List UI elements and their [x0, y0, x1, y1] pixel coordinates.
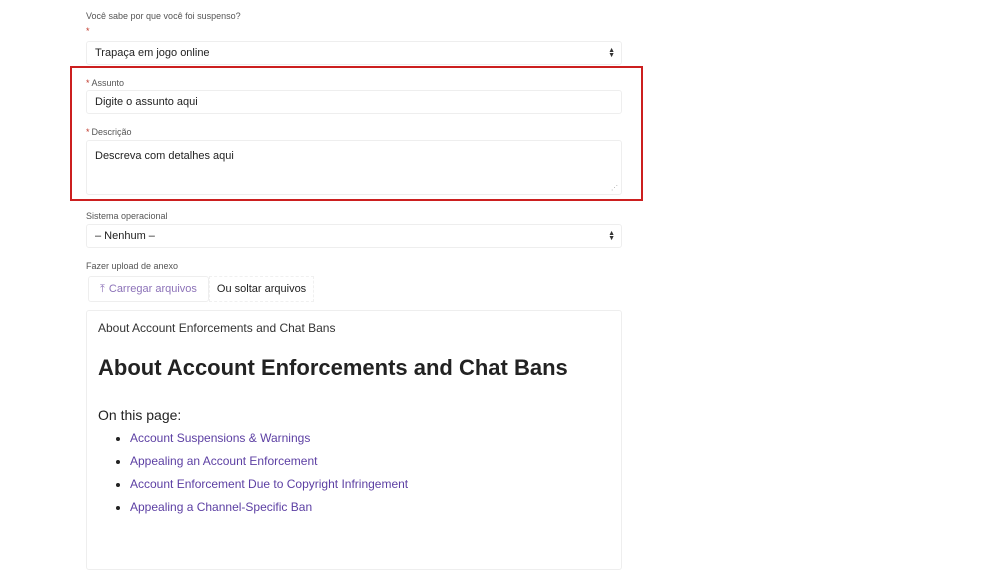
reason-select-value: Trapaça em jogo online — [95, 47, 210, 59]
subject-label: Assunto — [91, 78, 125, 88]
description-textarea-value: Descreva com detalhes aqui — [95, 150, 234, 162]
required-mark: * — [86, 78, 90, 88]
select-arrows-icon: ▲ ▼ — [608, 47, 615, 59]
os-label: Sistema operacional — [86, 211, 168, 221]
os-select[interactable]: – Nenhum – ▲ ▼ — [86, 224, 622, 248]
toc-link[interactable]: Appealing a Channel-Specific Ban — [130, 500, 610, 514]
upload-icon: ⤒ — [100, 282, 105, 295]
description-label: Descrição — [91, 127, 132, 137]
reason-label: Você sabe por que você foi suspenso? — [86, 11, 241, 21]
upload-area[interactable]: ⤒ Carregar arquivos Ou soltar arquivos — [88, 276, 315, 302]
article-card: About Account Enforcements and Chat Bans… — [86, 310, 622, 570]
upload-button[interactable]: ⤒ Carregar arquivos — [88, 276, 209, 302]
toc-link[interactable]: Appealing an Account Enforcement — [130, 454, 610, 468]
required-mark: * — [86, 26, 90, 36]
article-breadcrumb: About Account Enforcements and Chat Bans — [98, 321, 336, 335]
toc-link[interactable]: Account Enforcement Due to Copyright Inf… — [130, 477, 610, 491]
article-title: About Account Enforcements and Chat Bans — [98, 355, 568, 380]
article-toc: Account Suspensions & Warnings Appealing… — [98, 431, 610, 514]
toc-link[interactable]: Account Suspensions & Warnings — [130, 431, 610, 445]
upload-label: Fazer upload de anexo — [86, 261, 179, 271]
reason-select[interactable]: Trapaça em jogo online ▲ ▼ — [86, 41, 622, 65]
subject-input[interactable]: Digite o assunto aqui — [86, 90, 622, 114]
description-textarea[interactable]: Descreva com detalhes aqui ⋰ — [86, 140, 622, 195]
select-arrows-icon: ▲ ▼ — [608, 230, 615, 242]
resize-grip-icon[interactable]: ⋰ — [611, 184, 618, 192]
required-mark: * — [86, 127, 90, 137]
subject-input-value: Digite o assunto aqui — [95, 96, 198, 108]
on-this-page-heading: On this page: — [98, 407, 182, 423]
os-select-value: – Nenhum – — [95, 230, 155, 242]
drop-zone[interactable]: Ou soltar arquivos — [208, 276, 315, 302]
upload-button-label: Carregar arquivos — [108, 283, 197, 295]
